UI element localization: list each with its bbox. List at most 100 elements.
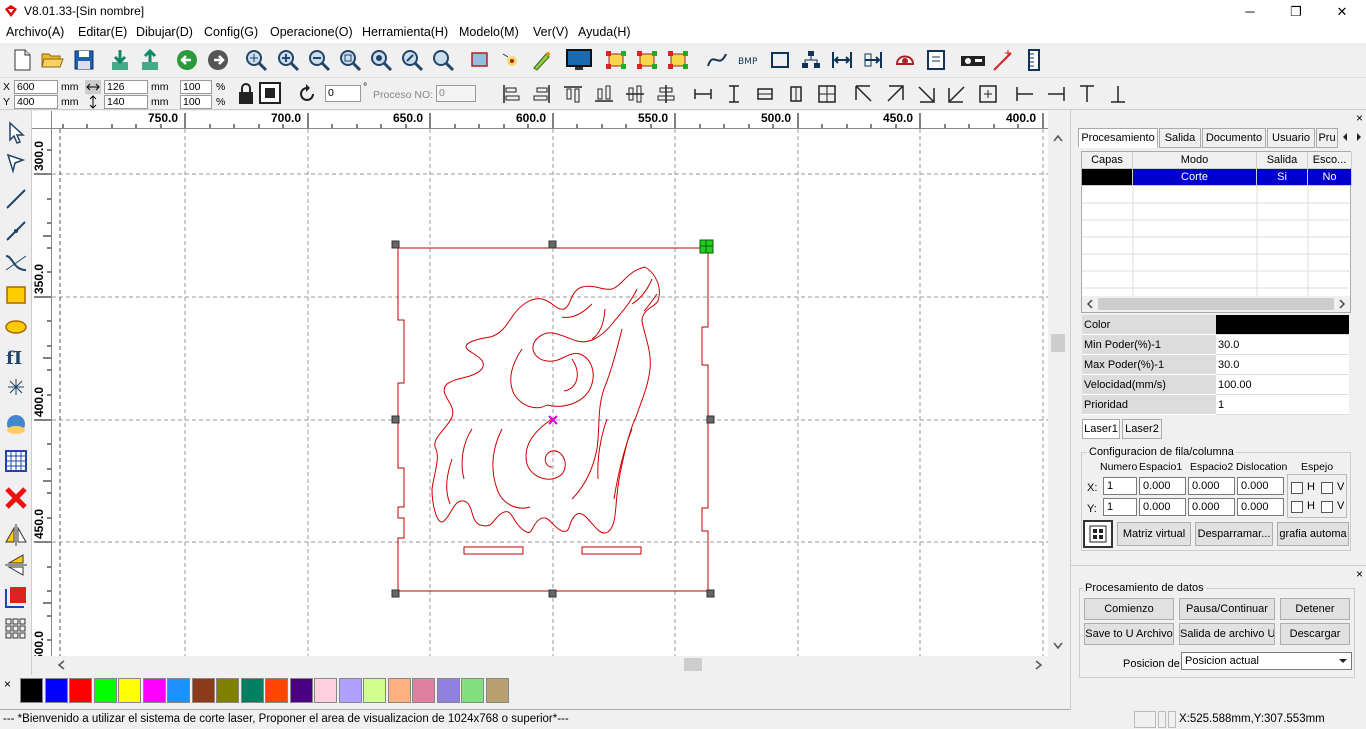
move-bottom-right-icon[interactable] <box>915 83 937 105</box>
scroll-down-icon[interactable] <box>1052 641 1064 651</box>
undo-icon[interactable] <box>175 48 199 72</box>
prop-min-power-value[interactable]: 30.0 <box>1216 335 1349 355</box>
color-swatch[interactable] <box>216 678 239 703</box>
align-width-icon[interactable] <box>830 48 854 72</box>
scale-y-input[interactable]: 100 <box>180 95 212 109</box>
redo-icon[interactable] <box>206 48 230 72</box>
grid-layer-icon-3[interactable] <box>666 48 690 72</box>
tab-laser1[interactable]: Laser1 <box>1082 419 1120 439</box>
color-swatch[interactable] <box>314 678 337 703</box>
palette-close-icon[interactable]: × <box>4 677 11 691</box>
same-size-h-icon[interactable] <box>754 83 776 105</box>
color-swatch[interactable] <box>93 678 117 703</box>
menu-ver[interactable]: Ver(V) <box>533 25 568 39</box>
layer-output-cell[interactable]: Si <box>1257 169 1308 186</box>
same-size-v-icon[interactable] <box>785 83 807 105</box>
row-x-space1-input[interactable]: 0.000 <box>1139 477 1186 495</box>
align-top-icon[interactable] <box>562 83 584 105</box>
menu-modelo[interactable]: Modelo(M) <box>459 25 519 39</box>
close-button[interactable]: ✕ <box>1319 0 1365 23</box>
grid-layer-icon-2[interactable] <box>635 48 659 72</box>
minimize-button[interactable]: ─ <box>1227 0 1273 23</box>
tree-icon[interactable] <box>799 48 823 72</box>
rotate-icon[interactable] <box>296 83 318 105</box>
center-mode-icon[interactable] <box>259 82 281 104</box>
tab-usuario[interactable]: Usuario <box>1267 128 1315 148</box>
move-top-left-icon[interactable] <box>853 83 875 105</box>
row-x-mirror-v-checkbox[interactable] <box>1321 482 1333 494</box>
document-check-icon[interactable] <box>924 48 948 72</box>
zoom-page-icon[interactable] <box>400 48 424 72</box>
select-arrow-icon[interactable] <box>3 120 29 146</box>
layer-choice-cell[interactable]: No <box>1308 169 1352 186</box>
move-bottom-left-icon[interactable] <box>946 83 968 105</box>
layer-scroll-thumb[interactable] <box>1098 298 1334 310</box>
color-swatch[interactable] <box>69 678 92 703</box>
same-width-icon[interactable] <box>692 83 714 105</box>
color-swatch[interactable] <box>20 678 43 703</box>
row-x-dislocation-input[interactable]: 0.000 <box>1237 477 1284 495</box>
delete-icon[interactable] <box>3 485 29 511</box>
row-y-mirror-h-checkbox[interactable] <box>1291 501 1303 513</box>
grafia-automatica-button[interactable]: grafia automa <box>1277 522 1349 546</box>
color-swatch[interactable] <box>167 678 190 703</box>
point-tool-icon[interactable] <box>3 374 29 400</box>
proceso-input[interactable]: 0 <box>436 85 476 102</box>
layer-color-cell[interactable] <box>1082 169 1133 186</box>
scroll-up-icon[interactable] <box>1052 133 1064 143</box>
tab-documento[interactable]: Documento <box>1202 128 1266 148</box>
bitmap-tool-icon[interactable] <box>3 412 29 438</box>
node-select-icon[interactable] <box>3 150 29 176</box>
distribute-bottom-icon[interactable] <box>1107 83 1129 105</box>
panel-close-icon[interactable]: × <box>1356 111 1363 125</box>
tab-scroll-right-icon[interactable] <box>1353 130 1365 144</box>
tab-laser2[interactable]: Laser2 <box>1122 419 1162 439</box>
lock-ratio-icon[interactable] <box>236 82 256 106</box>
prop-max-power-value[interactable]: 30.0 <box>1216 355 1349 375</box>
color-swatch[interactable] <box>363 678 386 703</box>
node-edit-icon[interactable] <box>500 48 524 72</box>
color-swatch[interactable] <box>191 678 215 703</box>
prop-speed-value[interactable]: 100.00 <box>1216 375 1349 395</box>
row-y-space1-input[interactable]: 0.000 <box>1139 498 1186 516</box>
drawing-canvas[interactable] <box>52 129 1048 656</box>
descargar-button[interactable]: Descargar <box>1280 623 1350 645</box>
align-edge-icon[interactable] <box>861 48 885 72</box>
row-y-dislocation-input[interactable]: 0.000 <box>1237 498 1284 516</box>
zoom-fit-icon[interactable] <box>431 48 455 72</box>
pen-tool-icon[interactable] <box>530 48 554 72</box>
menu-dibujar[interactable]: Dibujar(D) <box>136 25 193 39</box>
save-to-u-button[interactable]: Save to U Archivo <box>1084 623 1174 645</box>
align-right-icon[interactable] <box>531 83 553 105</box>
mirror-vertical-icon[interactable] <box>3 552 29 578</box>
color-swatch[interactable] <box>412 678 435 703</box>
menu-editar[interactable]: Editar(E) <box>78 25 127 39</box>
vertical-scrollbar[interactable] <box>1048 129 1068 656</box>
rectangle-icon[interactable] <box>768 48 792 72</box>
rectangle-tool-icon[interactable] <box>3 282 29 308</box>
row-x-space2-input[interactable]: 0.000 <box>1188 477 1235 495</box>
prop-color-value[interactable] <box>1216 315 1349 335</box>
zoom-out-icon[interactable] <box>307 48 331 72</box>
new-file-icon[interactable] <box>10 48 34 72</box>
color-swatch[interactable] <box>240 678 264 703</box>
color-swatch[interactable] <box>485 678 509 703</box>
projector-icon[interactable] <box>959 48 987 72</box>
row-y-count-input[interactable]: 1 <box>1103 498 1137 516</box>
laser-pointer-icon[interactable] <box>991 48 1015 72</box>
horizontal-scroll-thumb[interactable] <box>684 658 702 671</box>
array-copy-icon[interactable] <box>3 616 29 642</box>
color-swatch[interactable] <box>436 678 460 703</box>
layer-mode-cell[interactable]: Corte <box>1133 169 1257 186</box>
tab-salida[interactable]: Salida <box>1159 128 1201 148</box>
move-top-right-icon[interactable] <box>884 83 906 105</box>
save-icon[interactable] <box>72 48 96 72</box>
scale-x-input[interactable]: 100 <box>180 80 212 94</box>
curve-tool-icon[interactable] <box>3 250 29 276</box>
tab-scroll-left-icon[interactable] <box>1339 130 1351 144</box>
laser-head-icon[interactable] <box>893 48 917 72</box>
y-position-input[interactable]: 400 <box>14 95 58 109</box>
menu-herramienta[interactable]: Herramienta(H) <box>362 25 448 39</box>
ellipse-tool-icon[interactable] <box>3 314 29 340</box>
layer-scroll-right-icon[interactable] <box>1337 299 1347 309</box>
